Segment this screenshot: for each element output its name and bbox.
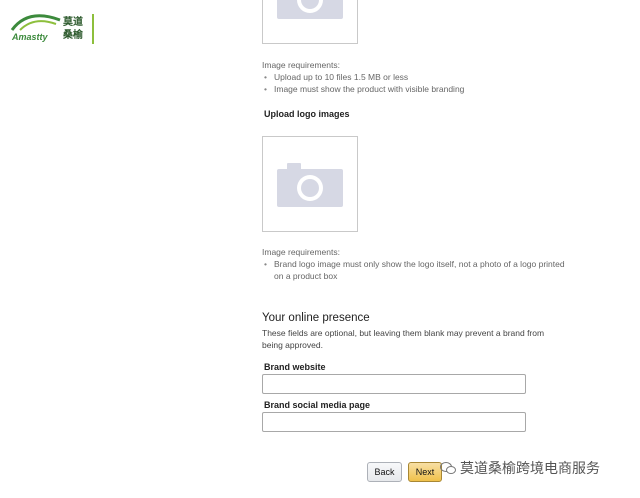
logo-text: Amastty <box>12 32 48 42</box>
brand-social-input[interactable] <box>262 412 526 432</box>
logo-chinese-text: 莫道桑榆 <box>63 17 83 41</box>
logo-image-upload[interactable] <box>262 136 358 232</box>
requirement-item: Brand logo image must only show the logo… <box>262 258 572 282</box>
logo-arc-icon <box>10 14 61 31</box>
brand-social-label: Brand social media page <box>264 400 371 410</box>
brand-logo: Amastty 莫道桑榆 <box>8 10 104 46</box>
image-requirements: Image requirements: Upload up to 10 file… <box>262 59 562 95</box>
upload-logo-title: Upload logo images <box>264 109 350 119</box>
brand-website-input[interactable] <box>262 374 526 394</box>
back-button[interactable]: Back <box>367 462 402 482</box>
product-image-upload[interactable] <box>262 0 358 44</box>
logo-requirements: Image requirements: Brand logo image mus… <box>262 246 572 282</box>
requirements-label: Image requirements: <box>262 60 340 70</box>
camera-icon <box>277 0 343 19</box>
online-presence-heading: Your online presence <box>262 312 370 324</box>
requirement-item: Image must show the product with visible… <box>262 83 562 95</box>
brand-website-label: Brand website <box>264 362 326 372</box>
requirement-item: Upload up to 10 files 1.5 MB or less <box>262 71 562 83</box>
chat-icon <box>440 462 456 474</box>
requirements-label: Image requirements: <box>262 247 340 257</box>
next-button[interactable]: Next <box>408 462 442 482</box>
online-presence-description: These fields are optional, but leaving t… <box>262 328 545 350</box>
camera-icon <box>277 163 343 207</box>
watermark: 莫道桑榆跨境电商服务 <box>440 458 600 478</box>
watermark-text: 莫道桑榆跨境电商服务 <box>460 460 600 476</box>
logo-divider <box>92 14 94 44</box>
